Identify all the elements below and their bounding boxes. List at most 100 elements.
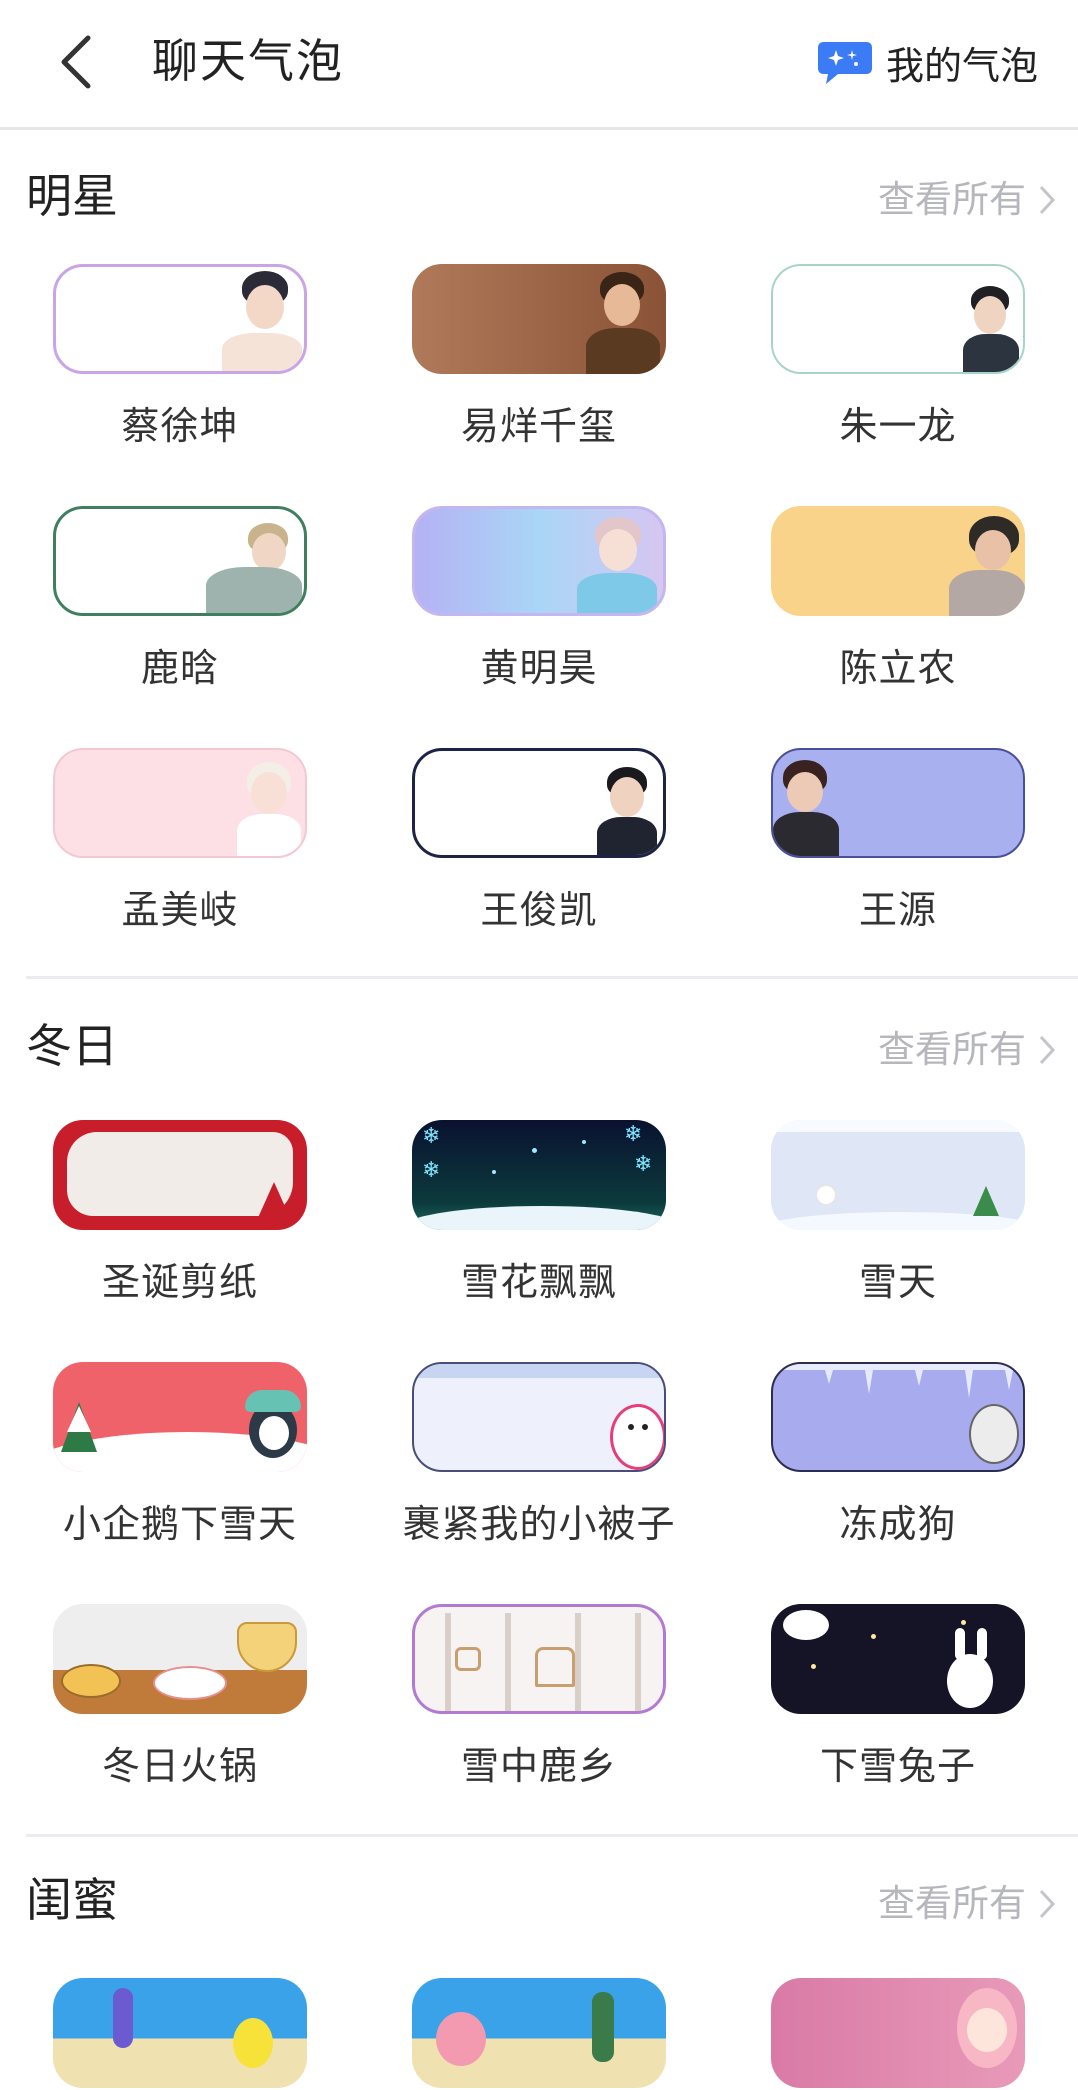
bubble-tile[interactable]: 下雪兔子 [771, 1604, 1025, 1788]
my-bubbles-button[interactable]: 我的气泡 [816, 32, 1038, 92]
bubble-tile[interactable]: 孟美岐 [53, 748, 307, 932]
snowflake-icon: ❄ [624, 1122, 643, 1147]
bubble-preview [53, 1604, 307, 1714]
section-title: 闺蜜 [26, 1873, 118, 1927]
view-all-link[interactable]: 查看所有 [878, 172, 1056, 228]
bubble-preview [53, 748, 307, 858]
bubble-name: 雪中鹿乡 [460, 1744, 617, 1788]
bubble-tile[interactable] [771, 1978, 1025, 2088]
bubble-tile[interactable]: ❄ ❄ ❄ ❄ 雪花飘飘 [412, 1120, 666, 1304]
section-bestie: 闺蜜 查看所有 [0, 1836, 1078, 2090]
snow-top [414, 1364, 664, 1378]
rabbit-icon [947, 1654, 993, 1708]
section-title: 冬日 [26, 1019, 118, 1073]
view-all-link[interactable]: 查看所有 [878, 1876, 1056, 1932]
page-title: 聊天气泡 [152, 34, 344, 88]
bubble-name: 裹紧我的小被子 [402, 1502, 676, 1546]
bubble-preview [771, 1604, 1025, 1714]
bubble-preview [771, 1362, 1025, 1472]
person-photo [949, 508, 1025, 616]
bubble-tile[interactable]: 圣诞剪纸 [53, 1120, 307, 1304]
bubble-tile[interactable] [53, 1978, 307, 2088]
bubble-tile[interactable]: 鹿晗 [53, 506, 307, 690]
person-photo [206, 509, 302, 613]
bubble-preview [53, 1120, 307, 1230]
bubble-preview [53, 1362, 307, 1472]
bubble-tile[interactable]: 冻成狗 [771, 1362, 1025, 1546]
bubble-name: 小企鹅下雪天 [62, 1502, 297, 1546]
bubble-tile[interactable]: 雪天 [771, 1120, 1025, 1304]
deer-icon [535, 1647, 575, 1687]
bubble-tile[interactable]: 黄明昊 [412, 506, 666, 690]
person-photo [577, 509, 657, 613]
view-all-label: 查看所有 [878, 1028, 1026, 1071]
section-divider [26, 976, 1078, 979]
bubble-name: 冻成狗 [839, 1502, 957, 1546]
person-photo [773, 750, 839, 856]
bubble-tile[interactable]: 易烊千玺 [412, 264, 666, 448]
bubble-name: 下雪兔子 [819, 1744, 976, 1788]
bubble-tile[interactable]: 朱一龙 [771, 264, 1025, 448]
bubble-preview [771, 264, 1025, 374]
bubble-tile[interactable]: 蔡徐坤 [53, 264, 307, 448]
tree-icon [973, 1186, 999, 1216]
bubble-preview [412, 264, 666, 374]
food-plate-icon [153, 1666, 227, 1700]
bubble-name: 雪天 [858, 1260, 937, 1304]
deer-icon [455, 1647, 481, 1671]
snowflake-icon: ❄ [422, 1124, 441, 1149]
bubble-tile[interactable]: 雪中鹿乡 [412, 1604, 666, 1788]
bubble-name: 冬日火锅 [101, 1744, 258, 1788]
view-all-link[interactable]: 查看所有 [878, 1022, 1056, 1078]
chevron-right-icon [1039, 185, 1056, 215]
bubble-preview [771, 1978, 1025, 2088]
chevron-right-icon [1039, 1889, 1056, 1919]
snowman-icon [815, 1184, 837, 1206]
bubble-tile[interactable]: 陈立农 [771, 506, 1025, 690]
bubble-tile[interactable]: 王源 [771, 748, 1025, 932]
bubble-name: 王俊凯 [480, 888, 598, 932]
bubble-preview [412, 1604, 666, 1714]
bubble-tile[interactable]: 冬日火锅 [53, 1604, 307, 1788]
bubble-name: 易烊千玺 [460, 404, 617, 448]
sponge-character-icon [233, 2018, 273, 2068]
bubble-preview [53, 1978, 307, 2088]
bubble-tile[interactable]: 小企鹅下雪天 [53, 1362, 307, 1546]
person-photo [584, 264, 660, 374]
snow-top [771, 1120, 1025, 1132]
bubble-name: 王源 [858, 888, 937, 932]
cloud-icon [783, 1610, 829, 1640]
blanket-character-icon [610, 1404, 664, 1470]
hotpot-icon [237, 1622, 297, 1672]
snowflake-icon: ❄ [634, 1152, 653, 1177]
snow-ground [412, 1206, 666, 1230]
back-button[interactable] [40, 22, 110, 102]
icicles [773, 1364, 1023, 1398]
section-winter: 冬日 查看所有 圣诞剪纸 ❄ ❄ ❄ ❄ 雪花飘飘 雪天 小企鹅下雪天 裹紧我的… [0, 980, 1078, 1837]
chevron-left-icon [61, 35, 91, 89]
tree-icon [257, 1182, 291, 1220]
bubble-preview [771, 506, 1025, 616]
bubble-name: 黄明昊 [480, 646, 598, 690]
tree-icon [61, 1402, 97, 1452]
chat-bubble-sparkle-icon [817, 42, 872, 84]
bubble-name: 雪花飘飘 [460, 1260, 617, 1304]
bubble-name: 鹿晗 [140, 646, 219, 690]
bubble-preview [53, 264, 307, 374]
person-photo [963, 272, 1019, 372]
chevron-right-icon [1039, 1035, 1056, 1065]
top-bar: 聊天气泡 我的气泡 [0, 0, 1078, 130]
person-photo [222, 267, 302, 371]
person-photo [597, 755, 657, 855]
bubble-preview [412, 1362, 666, 1472]
bubble-preview [771, 1120, 1025, 1230]
bubble-name: 孟美岐 [121, 888, 239, 932]
snowflake-icon: ❄ [422, 1158, 441, 1183]
bubble-tile[interactable]: 裹紧我的小被子 [402, 1362, 675, 1546]
bubble-preview [412, 506, 666, 616]
section-stars: 明星 查看所有 蔡徐坤 易烊千玺 朱一龙 鹿晗 黄明昊 陈立农 孟美岐 王俊凯 … [0, 130, 1078, 980]
bubble-tile[interactable]: 王俊凯 [412, 748, 666, 932]
bubble-name: 蔡徐坤 [121, 404, 239, 448]
bubble-preview [771, 748, 1025, 858]
bubble-tile[interactable] [412, 1978, 666, 2088]
